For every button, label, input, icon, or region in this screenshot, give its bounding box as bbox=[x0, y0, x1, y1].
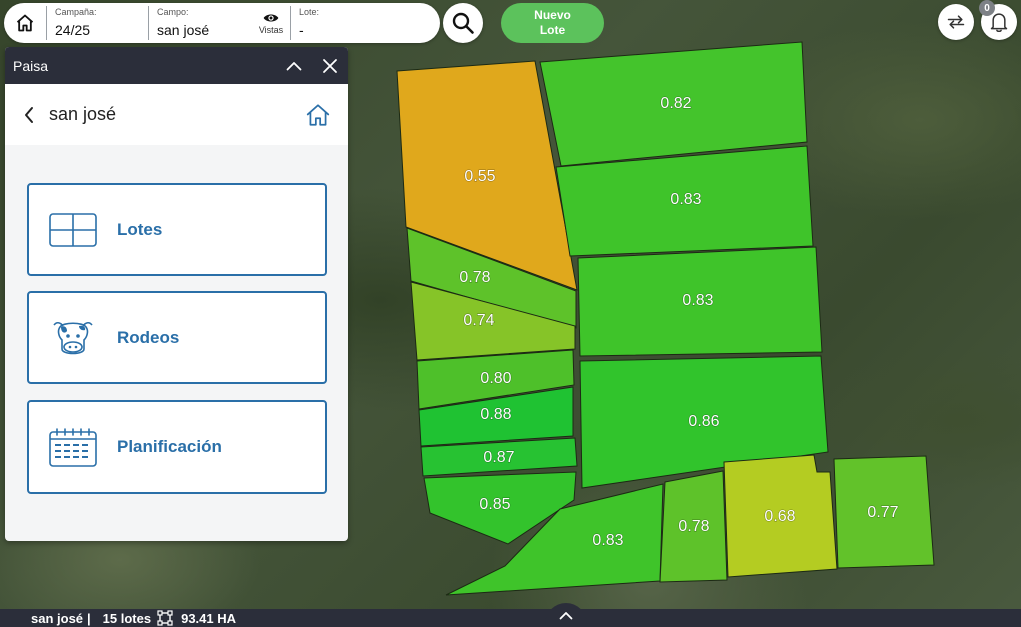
calendar-icon bbox=[49, 428, 97, 467]
search-button[interactable] bbox=[443, 3, 483, 43]
swap-button[interactable] bbox=[938, 4, 974, 40]
grid-icon bbox=[49, 212, 97, 247]
collapse-button[interactable] bbox=[276, 47, 312, 84]
lote-value-label: 0.87 bbox=[483, 449, 514, 466]
home-outline-icon bbox=[306, 103, 330, 126]
status-separator: | bbox=[87, 610, 91, 626]
lote-value-label: 0.85 bbox=[479, 496, 510, 513]
panel-title: Paisa bbox=[13, 57, 49, 74]
lote-value-label: 0.68 bbox=[764, 508, 795, 525]
close-icon bbox=[323, 58, 337, 73]
lote-value-label: 0.55 bbox=[464, 168, 495, 185]
eye-icon bbox=[263, 14, 279, 21]
area-icon bbox=[157, 610, 173, 626]
menu-item-rodeos[interactable]: Rodeos bbox=[27, 291, 327, 384]
bell-icon bbox=[990, 13, 1008, 33]
back-button[interactable] bbox=[23, 106, 35, 124]
lote-value-label: 0.74 bbox=[463, 312, 494, 329]
lote-value-label: 0.77 bbox=[867, 504, 898, 521]
vistas-button[interactable]: Vistas bbox=[252, 6, 290, 40]
swap-arrows-icon bbox=[947, 15, 965, 29]
campana-selector[interactable]: Campaña: 24/25 bbox=[46, 6, 148, 40]
lote-selector[interactable]: Lote: - bbox=[290, 6, 430, 40]
campo-title: san josé bbox=[49, 104, 117, 124]
lote-value-label: 0.83 bbox=[592, 532, 623, 549]
campo-caption: Campo: bbox=[157, 7, 189, 17]
menu-item-label: Lotes bbox=[117, 219, 163, 239]
menu-item-planificacion[interactable]: Planificación bbox=[27, 400, 327, 494]
vistas-label: Vistas bbox=[258, 24, 284, 35]
campana-value: 24/25 bbox=[55, 22, 91, 38]
cow-icon bbox=[53, 321, 93, 354]
lote-value-label: 0.78 bbox=[678, 518, 709, 535]
side-panel: Paisa san josé Lotes Rodeos Planificació… bbox=[5, 47, 348, 541]
campo-value: san josé bbox=[157, 22, 210, 38]
menu-item-label: Rodeos bbox=[117, 327, 180, 347]
lote-value-label: 0.86 bbox=[688, 413, 719, 430]
notification-badge: 0 bbox=[979, 0, 995, 16]
status-bar: san josé | 15 lotes 93.41 HA bbox=[0, 609, 1021, 627]
status-campo: san josé bbox=[31, 610, 84, 626]
close-button[interactable] bbox=[312, 47, 348, 84]
lote-value-label: 0.82 bbox=[660, 95, 691, 112]
panel-header: Paisa bbox=[5, 47, 348, 84]
menu-item-lotes[interactable]: Lotes bbox=[27, 183, 327, 276]
lote-value: - bbox=[299, 22, 304, 38]
campana-caption: Campaña: bbox=[55, 7, 97, 17]
campo-selector[interactable]: Campo: san josé bbox=[148, 6, 252, 40]
chevron-up-icon bbox=[559, 611, 573, 619]
lote-value-label: 0.88 bbox=[480, 406, 511, 423]
lote-value-label: 0.80 bbox=[480, 370, 511, 387]
search-icon bbox=[452, 12, 474, 34]
panel-nav: san josé bbox=[5, 84, 348, 145]
status-lotes-count: 15 lotes bbox=[102, 610, 152, 626]
nuevo-lote-button[interactable]: Nuevo Lote bbox=[501, 3, 604, 43]
chevron-up-icon bbox=[286, 61, 302, 70]
context-bar: Campaña: 24/25 Campo: san josé Vistas Lo… bbox=[4, 3, 440, 43]
lote-value-label: 0.78 bbox=[459, 269, 490, 286]
lote-value-label: 0.83 bbox=[682, 292, 713, 309]
menu-item-label: Planificación bbox=[117, 437, 222, 456]
status-area: 93.41 HA bbox=[181, 610, 237, 626]
home-button[interactable] bbox=[4, 3, 46, 43]
home-icon bbox=[16, 14, 34, 32]
lote-caption: Lote: bbox=[299, 7, 320, 17]
lote-value-label: 0.83 bbox=[670, 191, 701, 208]
panel-home-button[interactable] bbox=[298, 102, 338, 128]
